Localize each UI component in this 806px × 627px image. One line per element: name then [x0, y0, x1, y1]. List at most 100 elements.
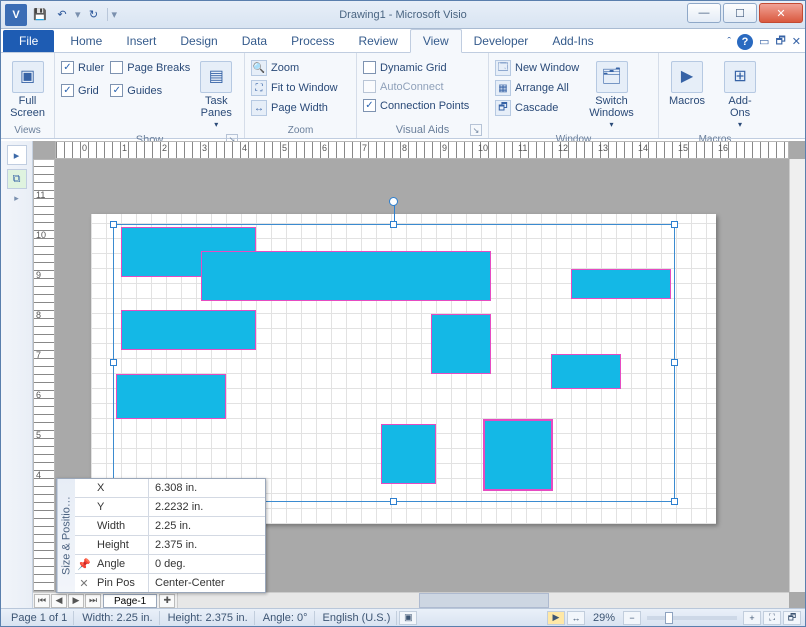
new-window-button[interactable]: 🗔New Window	[495, 59, 579, 77]
zoom-out-button[interactable]: −	[623, 611, 641, 625]
tab-data[interactable]: Data	[230, 30, 279, 52]
guides-checkbox[interactable]: ✓Guides	[110, 82, 190, 99]
shape[interactable]	[571, 269, 671, 299]
grid-checkbox[interactable]: ✓Grid	[61, 82, 104, 99]
expand-shapes-icon[interactable]: ▸	[7, 145, 27, 165]
switch-windows-button[interactable]: 🗂 Switch Windows▾	[585, 59, 638, 132]
autoconnect-checkbox[interactable]: AutoConnect	[363, 78, 469, 95]
horizontal-ruler[interactable]: 0 1 2 3 4 5 6 7 8 9 10 11 12 13 14 15 16	[55, 141, 789, 159]
qat-undo-button[interactable]: ↶	[53, 6, 71, 24]
shape[interactable]	[201, 251, 491, 301]
titlebar: V 💾 ↶ ▾ ↻ ▾ Drawing1 - Microsoft Visio —…	[1, 1, 805, 29]
shape[interactable]	[121, 310, 256, 350]
ruler-checkbox[interactable]: ✓Ruler	[61, 59, 104, 76]
mdi-minimize-icon[interactable]: ▭	[759, 35, 769, 48]
next-page-button[interactable]: ▶	[68, 594, 84, 608]
page-breaks-checkbox[interactable]: Page Breaks	[110, 59, 190, 76]
shapes-pane-strip[interactable]: ▸ ⧉ ▸	[1, 141, 33, 608]
status-height: Height: 2.375 in.	[162, 611, 255, 625]
shape[interactable]	[431, 314, 491, 374]
qat-save-button[interactable]: 💾	[31, 6, 49, 24]
addons-button[interactable]: ⊞Add-Ons▾	[715, 59, 765, 132]
new-page-button[interactable]: ✚	[159, 594, 175, 608]
ruler-h-tick: 11	[518, 143, 527, 153]
ruler-h-tick: 10	[478, 143, 488, 153]
vertical-ruler[interactable]: 11 10 9 8 7 6 5 4	[33, 159, 55, 592]
size-position-pane[interactable]: Size & Positio… X6.308 in. Y2.2232 in. W…	[56, 478, 266, 593]
status-page[interactable]: Page 1 of 1	[5, 611, 74, 625]
tab-home[interactable]: Home	[58, 30, 114, 52]
first-page-button[interactable]: ⏮	[34, 594, 50, 608]
ruler-v-tick: 9	[36, 270, 41, 280]
prev-page-button[interactable]: ◀	[51, 594, 67, 608]
help-icon[interactable]: ?	[737, 34, 753, 50]
mdi-close-icon[interactable]: ✕	[792, 35, 801, 48]
mdi-restore-icon[interactable]: 🗗	[775, 32, 785, 51]
sp-angle-value[interactable]: 0 deg.	[149, 555, 265, 573]
page-tab[interactable]: Page-1	[103, 594, 157, 608]
shapes-icon[interactable]: ⧉	[7, 169, 27, 189]
shape[interactable]	[551, 354, 621, 389]
close-button[interactable]: ✕	[759, 3, 803, 23]
ruler-v-tick: 8	[36, 310, 41, 320]
sp-width-value[interactable]: 2.25 in.	[149, 517, 265, 535]
sp-width-label: Width	[93, 517, 149, 535]
ruler-v-tick: 7	[36, 350, 41, 360]
group-visual-label: Visual Aids	[396, 124, 450, 136]
ruler-h-tick: 15	[678, 143, 688, 153]
sp-x-value[interactable]: 6.308 in.	[149, 479, 265, 497]
qat-redo-button[interactable]: ↻	[85, 6, 103, 24]
fit-page-icon[interactable]: ⛶	[763, 611, 781, 625]
zoom-button[interactable]: 🔍Zoom	[251, 59, 338, 77]
tab-addins[interactable]: Add-Ins	[540, 30, 605, 52]
zoom-slider[interactable]	[647, 616, 737, 620]
vertical-scrollbar[interactable]	[789, 159, 805, 592]
full-screen-button[interactable]: ▣ Full Screen	[6, 59, 49, 121]
macros-button[interactable]: ▶Macros	[665, 59, 709, 109]
maximize-button[interactable]: ☐	[723, 3, 757, 23]
status-language[interactable]: English (U.S.)	[317, 611, 398, 625]
tab-view[interactable]: View	[410, 29, 462, 53]
rotation-handle[interactable]	[389, 197, 398, 206]
dynamic-grid-checkbox[interactable]: Dynamic Grid	[363, 59, 469, 76]
presentation-mode-icon[interactable]: ▶	[547, 611, 565, 625]
addons-label: Add-Ons	[719, 95, 761, 119]
zoom-percent[interactable]: 29%	[587, 611, 621, 625]
shape[interactable]	[116, 374, 226, 419]
fit-to-window-button[interactable]: ⛶Fit to Window	[251, 79, 338, 97]
cascade-icon: 🗗	[495, 100, 511, 116]
shape[interactable]	[381, 424, 436, 484]
close-pane-icon[interactable]: ✕	[75, 574, 93, 592]
minimize-button[interactable]: —	[687, 3, 721, 23]
zoom-in-button[interactable]: +	[743, 611, 761, 625]
sp-height-value[interactable]: 2.375 in.	[149, 536, 265, 554]
ruler-h-tick: 2	[162, 143, 167, 153]
arrange-all-button[interactable]: ▦Arrange All	[495, 79, 579, 97]
cascade-button[interactable]: 🗗 Cascade	[495, 99, 579, 117]
page-tab-bar: ⏮ ◀ ▶ ⏭ Page-1 ✚	[33, 592, 789, 608]
switch-windows-status-icon[interactable]: 🗗	[783, 611, 801, 625]
cascade-label: Cascade	[515, 102, 558, 114]
pin-icon[interactable]: 📌	[75, 555, 93, 573]
tab-process[interactable]: Process	[279, 30, 346, 52]
tab-developer[interactable]: Developer	[462, 30, 541, 52]
page-width-button[interactable]: ↔Page Width	[251, 99, 338, 117]
tab-review[interactable]: Review	[346, 30, 409, 52]
visual-dialog-launcher[interactable]: ↘	[470, 124, 482, 136]
last-page-button[interactable]: ⏭	[85, 594, 101, 608]
status-width: Width: 2.25 in.	[76, 611, 159, 625]
ruler-v-tick: 6	[36, 390, 41, 400]
sp-pinpos-value[interactable]: Center-Center	[149, 574, 265, 592]
sp-angle-label: Angle	[93, 555, 149, 573]
tab-design[interactable]: Design	[168, 30, 229, 52]
macro-record-icon[interactable]: ▣	[399, 611, 417, 625]
status-angle: Angle: 0°	[257, 611, 315, 625]
task-panes-button[interactable]: ▤ Task Panes▾	[196, 59, 236, 132]
file-tab[interactable]: File	[3, 30, 54, 52]
group-zoom-label: Zoom	[251, 123, 350, 138]
connection-points-checkbox[interactable]: ✓Connection Points	[363, 97, 469, 114]
page-width-mode-icon[interactable]: ↔	[567, 611, 585, 625]
sp-y-value[interactable]: 2.2232 in.	[149, 498, 265, 516]
tab-insert[interactable]: Insert	[114, 30, 168, 52]
shape-selected[interactable]	[483, 419, 553, 491]
